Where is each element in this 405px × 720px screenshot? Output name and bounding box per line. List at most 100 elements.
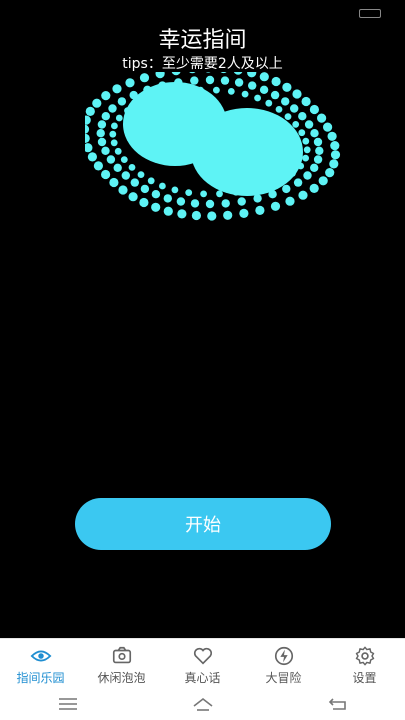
ring-dot [159,182,166,190]
ring-dot [155,72,165,79]
ring-dot [285,196,295,206]
ring-dot [216,190,223,198]
ring-dot [151,190,161,199]
ring-dot [259,85,269,94]
ring-dot [220,72,227,74]
ring-dot [191,210,201,221]
ring-dot [128,192,138,202]
ring-dot [109,130,117,138]
ring-dot [85,143,93,153]
ring-dot [313,155,323,164]
ring-dot [271,76,281,87]
ring-dot [190,199,200,208]
tab-label: 大冒险 [265,671,302,685]
ring-dot [227,88,235,95]
ring-dot [101,146,110,155]
ring-dot [108,104,117,113]
back-icon[interactable] [326,695,350,713]
ring-dot [205,75,215,85]
tab-bubbles[interactable]: 休闲泡泡 [81,639,162,688]
ring-dot [282,82,292,92]
ring-dot [239,208,249,218]
ring-dot [298,129,306,137]
ring-dot [270,201,281,211]
heart-icon [193,647,212,665]
ring-dot [304,120,314,129]
tab-label: 设置 [352,671,377,685]
ring-dot [259,72,269,82]
ring-dot [292,89,302,99]
ring-dot [121,171,130,180]
start-button[interactable]: 开始 [75,498,331,550]
ring-dot [151,202,161,212]
ring-dot [255,205,265,215]
ring-dot [120,156,128,163]
tab-dare[interactable]: 大冒险 [243,639,324,688]
home-icon[interactable] [191,695,215,713]
ring-dot [97,120,107,129]
ring-dot [205,199,215,209]
ring-dot [140,184,150,194]
ring-dot [315,146,324,155]
ring-dot [101,112,110,121]
ring-dot [87,152,97,162]
ring-dot [101,169,111,180]
ring-dot [298,190,308,200]
ring-dot [309,104,319,115]
camera-icon [112,646,131,664]
tab-finger-park[interactable]: 指间乐园 [0,639,81,688]
menu-icon[interactable] [56,695,80,713]
ring-dot [281,97,290,106]
page-title: 幸运指间 [158,28,247,53]
ring-dot [330,141,340,151]
ring-dot [111,122,118,130]
ring-dot [313,137,323,147]
ring-dot [265,99,273,107]
ring-dot [241,90,249,98]
finger-touch-area[interactable] [85,72,345,232]
ring-dot [110,139,118,147]
ring-dot [303,171,312,180]
ring-dot [163,206,173,216]
ring-dot [205,72,211,73]
ring-dot [101,91,111,101]
ring-dot [310,163,319,172]
ring-dot [115,114,123,122]
ring-dot [290,104,299,113]
ring-dot [185,189,193,196]
ring-dot [309,183,319,193]
ring-dot [301,96,311,107]
ring-dot [303,146,311,154]
tab-settings[interactable]: 设置 [324,639,405,688]
ring-dot [302,137,310,145]
ring-dot [85,124,90,134]
ring-dot [293,178,303,187]
ring-dot [213,86,220,94]
ring-dot [147,177,155,185]
ring-dot [117,97,127,106]
ring-dot [318,176,328,186]
ring-dot [96,129,105,138]
tab-label: 真心话 [184,671,221,685]
ring-dot [118,185,128,195]
ring-dot [233,72,243,75]
ring-dot [220,76,230,85]
ring-dot [207,211,217,221]
lightning-icon [274,646,293,666]
ring-dot [171,72,181,76]
ring-dot [237,197,246,206]
ring-dot [113,163,122,172]
finger-blob-right [191,108,303,196]
battery-icon [359,9,381,18]
ring-dot [317,113,327,123]
ring-dot [310,129,319,138]
ring-dot [112,84,122,94]
ring-dot [329,159,339,169]
ring-dot [275,106,283,113]
ring-dot [200,190,207,198]
ring-dot [298,112,307,121]
ring-dot [163,194,172,203]
ring-dot [327,131,337,141]
ring-dot [92,98,102,108]
tab-truth[interactable]: 真心话 [162,639,243,688]
